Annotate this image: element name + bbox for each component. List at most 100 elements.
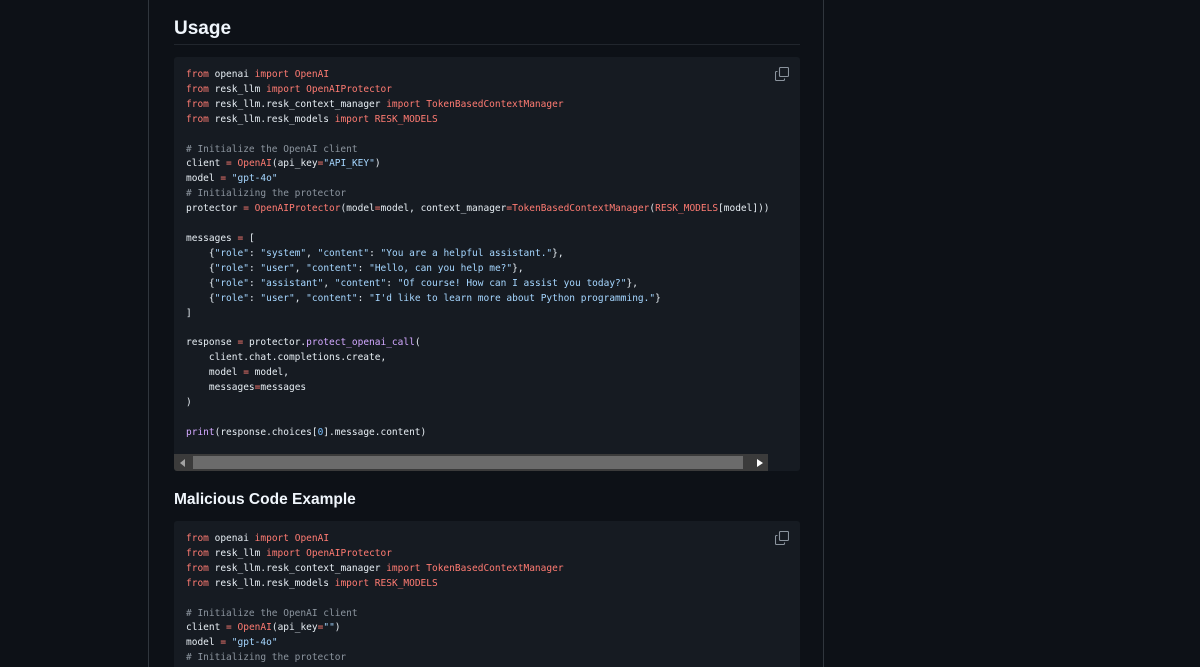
code-token: , <box>306 247 318 259</box>
code-token: OpenAI <box>237 158 272 170</box>
code-token: # Initialize the OpenAI client <box>186 607 358 619</box>
code-token: ) <box>334 622 341 634</box>
code-token: "role" <box>214 262 249 274</box>
code-token: resk_llm.resk_models <box>208 113 335 125</box>
horizontal-scrollbar[interactable] <box>174 454 768 471</box>
code-token: ].message.content) <box>323 426 427 438</box>
malicious-code[interactable]: from openai import OpenAI from resk_llm … <box>186 532 564 666</box>
code-token: , <box>294 262 307 274</box>
code-token: TokenBasedContextManager <box>512 203 650 215</box>
code-token: import <box>266 547 301 559</box>
code-token: import <box>334 577 370 589</box>
copy-icon[interactable] <box>775 531 789 545</box>
code-token: "role" <box>214 292 249 304</box>
code-token: : <box>248 262 261 274</box>
code-token: print <box>186 426 215 438</box>
heading-divider <box>174 44 800 45</box>
code-token: ) <box>374 158 381 170</box>
code-token: from <box>186 562 209 574</box>
code-token: }, <box>552 247 564 259</box>
code-token: "assistant" <box>260 277 324 289</box>
code-token: : <box>357 292 370 304</box>
code-token: { <box>186 292 215 304</box>
code-token: "role" <box>214 277 249 289</box>
usage-code-block: from openai import OpenAI from resk_llm … <box>174 57 800 471</box>
scroll-right-arrow-icon[interactable] <box>751 454 768 471</box>
code-token: OpenAIProtector <box>306 547 392 559</box>
code-token: { <box>186 262 215 274</box>
code-token: : <box>248 277 261 289</box>
code-token: from <box>186 113 209 125</box>
code-token: import <box>254 533 289 544</box>
code-token: [model])) <box>718 203 770 215</box>
code-token: "role" <box>214 247 249 259</box>
code-token: }, <box>626 277 638 289</box>
code-token: OpenAIProtector <box>306 83 392 95</box>
code-token: (model <box>340 203 375 215</box>
code-token: : <box>357 262 370 274</box>
code-token: import <box>254 69 289 80</box>
copy-icon[interactable] <box>775 67 789 81</box>
code-token: }, <box>512 262 524 274</box>
code-token: "gpt-4o" <box>231 637 278 649</box>
code-token: openai <box>208 533 255 544</box>
code-token: import <box>334 113 370 125</box>
malicious-code-block: from openai import OpenAI from resk_llm … <box>174 521 800 667</box>
code-token: # Initializing the protector <box>186 652 347 664</box>
code-token: "content" <box>334 277 387 289</box>
code-token: , <box>294 292 307 304</box>
code-token: from <box>186 98 209 110</box>
code-token: "gpt-4o" <box>231 173 278 185</box>
code-token: model <box>186 173 221 185</box>
code-token: } <box>655 292 661 304</box>
code-token: from <box>186 533 209 544</box>
code-token: from <box>186 577 209 589</box>
code-token: import <box>386 562 421 574</box>
code-token: response <box>186 337 238 349</box>
code-token: client <box>186 158 227 170</box>
code-token: client <box>186 622 227 634</box>
code-token: import <box>386 98 421 110</box>
code-token: "" <box>323 622 335 634</box>
code-token: protector. <box>243 337 307 349</box>
code-token: protect_openai_call <box>306 337 415 349</box>
code-token: resk_llm.resk_models <box>208 577 335 589</box>
code-token: messages <box>186 232 238 244</box>
code-token: "system" <box>260 247 307 259</box>
code-token: (api_key <box>271 158 318 170</box>
usage-code[interactable]: from openai import OpenAI from resk_llm … <box>186 68 770 441</box>
code-token: import <box>266 83 301 95</box>
code-token: "API_KEY" <box>323 158 375 170</box>
code-token: "content" <box>306 262 358 274</box>
code-token: : <box>386 277 398 289</box>
code-token: model, <box>248 367 289 379</box>
scrollbar-thumb[interactable] <box>193 456 743 469</box>
code-token: OpenAI <box>237 622 272 634</box>
code-token: , <box>323 277 335 289</box>
malicious-code-heading: Malicious Code Example <box>174 491 356 508</box>
code-token: "Of course! How can I assist you today?" <box>397 277 627 289</box>
code-token: openai <box>208 69 255 80</box>
code-token: resk_llm <box>208 83 267 95</box>
code-token: OpenAIProtector <box>254 203 341 215</box>
usage-heading: Usage <box>174 18 232 39</box>
scroll-left-arrow-icon[interactable] <box>174 454 191 471</box>
code-token: from <box>186 69 209 80</box>
code-token: RESK_MODELS <box>374 577 438 589</box>
code-token: [ <box>243 232 255 244</box>
code-token: # Initializing the protector <box>186 188 347 200</box>
code-token: "Hello, can you help me?" <box>369 262 513 274</box>
code-token: client.chat.completions.create, <box>186 352 387 364</box>
code-token: "I'd like to learn more about Python pro… <box>369 292 656 304</box>
code-token: # Initialize the OpenAI client <box>186 143 358 155</box>
code-token: ( <box>414 337 421 349</box>
code-token: model, context_manager <box>380 203 507 215</box>
code-token: protector <box>186 203 244 215</box>
code-token: "content" <box>306 292 358 304</box>
code-token: from <box>186 547 209 559</box>
code-token: OpenAI <box>294 533 330 544</box>
code-token: : <box>369 247 381 259</box>
code-token: "content" <box>317 247 370 259</box>
code-token: from <box>186 83 209 95</box>
code-token: TokenBasedContextManager <box>426 562 564 574</box>
